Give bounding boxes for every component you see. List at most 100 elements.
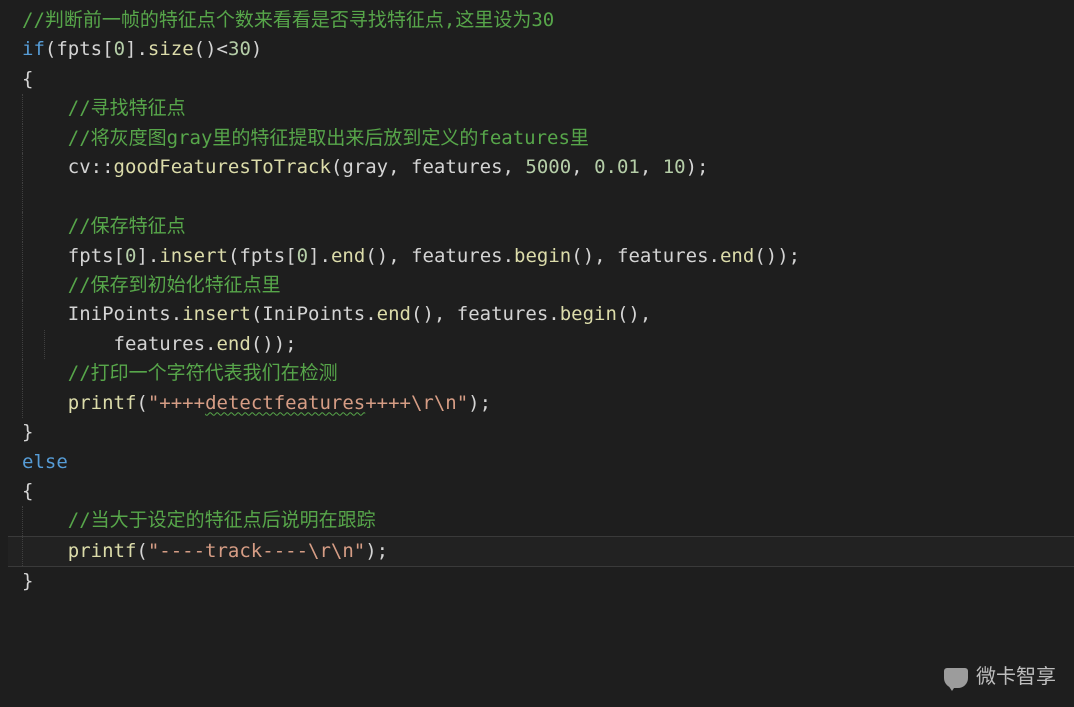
- code-token: );: [365, 540, 388, 562]
- code-token: 5000: [525, 156, 571, 178]
- code-line[interactable]: printf("++++detectfeatures++++\r\n");: [8, 389, 1074, 418]
- code-token: ].: [125, 38, 148, 60]
- code-token: //保存特征点: [68, 215, 186, 237]
- code-line[interactable]: //判断前一帧的特征点个数来看看是否寻找特征点,这里设为30: [8, 6, 1074, 35]
- code-token: (: [331, 156, 342, 178]
- code-line[interactable]: //当大于设定的特征点后说明在跟踪: [8, 506, 1074, 535]
- code-token: (: [45, 38, 56, 60]
- code-token: ()<: [194, 38, 228, 60]
- code-token: (),: [571, 245, 617, 267]
- code-line[interactable]: }: [8, 418, 1074, 447]
- code-token: else: [22, 451, 68, 473]
- code-token: end: [377, 303, 411, 325]
- code-token: insert: [159, 245, 228, 267]
- code-token: //打印一个字符代表我们在检测: [68, 362, 338, 384]
- code-token: (),: [411, 303, 457, 325]
- code-token: );: [468, 392, 491, 414]
- code-token: .: [171, 303, 182, 325]
- code-token: ].: [308, 245, 331, 267]
- code-token: ,: [571, 156, 594, 178]
- code-token: cv: [68, 156, 91, 178]
- code-token: features: [617, 245, 709, 267]
- code-line[interactable]: //将灰度图gray里的特征提取出来后放到定义的features里: [8, 124, 1074, 153]
- code-token: [: [285, 245, 296, 267]
- code-token: .: [503, 245, 514, 267]
- code-token: begin: [560, 303, 617, 325]
- code-token: 0.01: [594, 156, 640, 178]
- code-line[interactable]: //打印一个字符代表我们在检测: [8, 359, 1074, 388]
- code-token: fpts: [68, 245, 114, 267]
- code-token: (: [251, 303, 262, 325]
- code-token: fpts: [56, 38, 102, 60]
- code-token: //保存到初始化特征点里: [68, 274, 281, 296]
- code-token: printf: [68, 392, 137, 414]
- code-token: .: [365, 303, 376, 325]
- code-token: features: [411, 156, 503, 178]
- code-token: features: [114, 333, 206, 355]
- code-token: ,: [388, 156, 411, 178]
- code-token: goodFeaturesToTrack: [114, 156, 331, 178]
- code-token: [: [102, 38, 113, 60]
- code-line[interactable]: printf("----track----\r\n");: [8, 536, 1074, 567]
- code-line[interactable]: //寻找特征点: [8, 94, 1074, 123]
- code-token: "++++: [148, 392, 205, 414]
- code-token: ,: [503, 156, 526, 178]
- code-token: (: [228, 245, 239, 267]
- code-token: ());: [754, 245, 800, 267]
- code-line[interactable]: {: [8, 477, 1074, 506]
- code-token: printf: [68, 540, 137, 562]
- code-token: (: [136, 540, 147, 562]
- code-token: IniPoints: [68, 303, 171, 325]
- code-token: //将灰度图gray里的特征提取出来后放到定义的features里: [68, 127, 589, 149]
- code-token: );: [686, 156, 709, 178]
- code-token: 0: [125, 245, 136, 267]
- code-token: //判断前一帧的特征点个数来看看是否寻找特征点,这里设为30: [22, 9, 554, 31]
- code-token: end: [216, 333, 250, 355]
- code-line[interactable]: //保存到初始化特征点里: [8, 271, 1074, 300]
- code-line[interactable]: {: [8, 65, 1074, 94]
- code-line[interactable]: [8, 183, 1074, 212]
- code-token: IniPoints: [262, 303, 365, 325]
- code-line[interactable]: }: [8, 567, 1074, 596]
- code-token: ].: [136, 245, 159, 267]
- code-token: fpts: [239, 245, 285, 267]
- code-token: }: [22, 570, 33, 592]
- code-token: ::: [91, 156, 114, 178]
- code-line[interactable]: features.end());: [8, 330, 1074, 359]
- watermark-text: 微卡智享: [976, 662, 1056, 693]
- code-token: insert: [182, 303, 251, 325]
- code-token: 0: [297, 245, 308, 267]
- code-token: ++++\r\n": [365, 392, 468, 414]
- code-token: 0: [114, 38, 125, 60]
- code-token: //寻找特征点: [68, 97, 186, 119]
- code-token: (),: [365, 245, 411, 267]
- code-token: .: [205, 333, 216, 355]
- code-line[interactable]: fpts[0].insert(fpts[0].end(), features.b…: [8, 242, 1074, 271]
- wechat-icon: [944, 668, 968, 688]
- code-token: ());: [251, 333, 297, 355]
- code-token: size: [148, 38, 194, 60]
- code-token: (),: [617, 303, 651, 325]
- code-token: .: [709, 245, 720, 267]
- code-token: ): [251, 38, 262, 60]
- code-token: if: [22, 38, 45, 60]
- code-line[interactable]: //保存特征点: [8, 212, 1074, 241]
- code-token: //当大于设定的特征点后说明在跟踪: [68, 509, 376, 531]
- code-line[interactable]: cv::goodFeaturesToTrack(gray, features, …: [8, 153, 1074, 182]
- code-token: [: [114, 245, 125, 267]
- code-token: features: [411, 245, 503, 267]
- code-editor[interactable]: //判断前一帧的特征点个数来看看是否寻找特征点,这里设为30if(fpts[0]…: [0, 0, 1074, 597]
- code-token: "----track----\r\n": [148, 540, 365, 562]
- code-token: .: [548, 303, 559, 325]
- code-token: (: [136, 392, 147, 414]
- code-token: {: [22, 480, 33, 502]
- code-line[interactable]: else: [8, 448, 1074, 477]
- code-token: }: [22, 421, 33, 443]
- code-token: features: [457, 303, 549, 325]
- code-line[interactable]: IniPoints.insert(IniPoints.end(), featur…: [8, 300, 1074, 329]
- code-line[interactable]: if(fpts[0].size()<30): [8, 35, 1074, 64]
- code-token: begin: [514, 245, 571, 267]
- code-token: 30: [228, 38, 251, 60]
- code-token: gray: [342, 156, 388, 178]
- wechat-watermark: 微卡智享: [944, 662, 1056, 693]
